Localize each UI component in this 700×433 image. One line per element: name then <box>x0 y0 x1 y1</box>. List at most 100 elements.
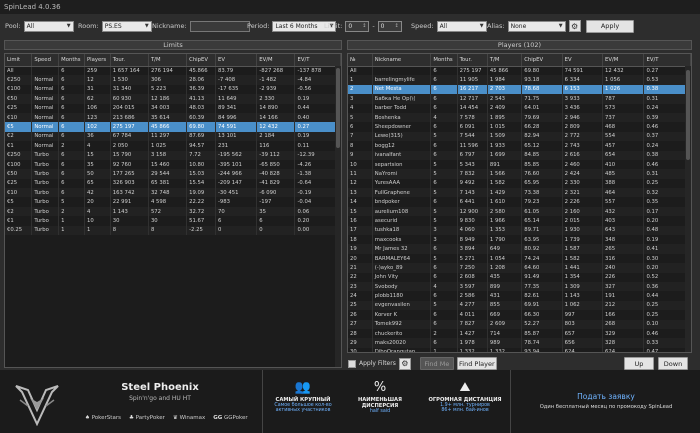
player-row[interactable]: 30 DiboOrangutan 1 1 332 1 332 93.94 624 624 0.4… <box>348 347 691 352</box>
player-row[interactable]: 14 bndpoker 6 6 441 1 610 79.23 2 226 557 0.35 <box>348 197 691 207</box>
player-row[interactable]: 24 plobb1180 6 2 586 431 82.61 1 143 191 0.44 <box>348 291 691 301</box>
player-row[interactable]: 27 Tomek992 6 7 827 2 609 52.27 803 268 0.10 <box>348 319 691 329</box>
player-row[interactable]: 4 barber Todd 6 14 454 2 409 64.01 3 436 573 0.2… <box>348 103 691 113</box>
table-cell: €2 <box>5 206 33 217</box>
column-header[interactable]: T/M <box>487 54 523 67</box>
player-row[interactable]: 1 barrelingmylife 6 11 905 1 984 93.18 6 334 1 … <box>348 75 691 85</box>
player-row[interactable]: 22 John Vity 6 2 608 435 91.49 1 354 226 0.52 <box>348 272 691 282</box>
column-header[interactable]: ChipEV <box>186 54 217 67</box>
cta-title[interactable]: Подать заявку <box>520 392 692 401</box>
column-header[interactable]: Tour. <box>110 54 149 67</box>
limits-row[interactable]: €250 Turbo 6 15 15 790 3 158 7.72 -195 562 -39 1… <box>5 150 341 160</box>
limits-row[interactable]: €50 Turbo 6 50 177 265 29 544 15.03 -244 966 -40… <box>5 169 341 179</box>
player-row[interactable]: 28 chuckerito 2 1 427 714 85.87 657 329 0.46 <box>348 328 691 339</box>
limits-row[interactable]: €2 Normal 6 36 67 784 11 297 87.69 13 101 2 184 0… <box>5 131 341 142</box>
limit-to-input[interactable]: 0 ↕ <box>377 20 402 32</box>
player-row[interactable]: 10 separtsion 5 5 343 891 85.85 2 460 410 0.46 <box>348 159 691 170</box>
player-row[interactable]: 29 maks20020 6 1 978 989 78.74 656 328 0.33 <box>348 338 691 348</box>
limits-row[interactable]: €1 Normal 2 4 2 050 1 025 94.57 231 116 0.11 <box>5 141 341 151</box>
limits-row[interactable]: €25 Normal 6 106 204 015 34 003 48.03 89 341 14 … <box>5 103 341 113</box>
player-row[interactable]: 5 Boshenka 4 7 578 1 895 79.69 2 946 737 0.39 <box>348 112 691 123</box>
column-header[interactable]: EV/M <box>256 54 296 67</box>
player-row[interactable]: All 6 275 197 45 866 69.80 74 591 12 432 0.27 <box>348 66 691 76</box>
player-row[interactable]: 2 Net Mesta 6 16 217 2 703 78.68 6 153 1 026 0.3… <box>348 84 691 95</box>
player-row[interactable]: 13 FullGraphene 5 7 143 1 429 73.38 2 321 464 0.… <box>348 188 691 198</box>
column-header[interactable]: ChipEV <box>521 54 563 67</box>
limits-row[interactable]: €100 Turbo 6 35 92 760 15 460 10.80 -395 101 -65… <box>5 159 341 170</box>
player-row[interactable]: 16 asecurid 5 9 830 1 966 65.14 2 015 403 0.20 <box>348 216 691 226</box>
player-row[interactable]: 9 ivanalfant 6 6 797 1 699 84.85 2 616 654 0.38 <box>348 150 691 160</box>
table-cell: 6 <box>430 122 458 132</box>
column-header[interactable]: EV/M <box>602 54 645 67</box>
room-select[interactable]: PS.ES ▼ <box>101 20 152 32</box>
table-cell: 106 <box>84 103 111 113</box>
limits-row[interactable]: €5 Turbo 5 20 22 991 4 598 22.22 -983 -197 -0.04 <box>5 197 341 207</box>
alias-select[interactable]: None ▼ <box>507 20 566 32</box>
player-row[interactable]: 6 Sheepdowner 6 6 091 1 015 66.28 2 809 468 0.46 <box>348 122 691 132</box>
column-header[interactable]: EV <box>562 54 604 67</box>
table-cell: 29 544 <box>148 169 188 179</box>
speed-select[interactable]: All ▼ <box>436 20 487 32</box>
table-cell: 35 614 <box>148 112 188 123</box>
gear-icon[interactable]: ⚙ <box>398 357 411 370</box>
column-header[interactable]: Players <box>84 54 111 67</box>
table-cell: 737 <box>602 112 645 123</box>
column-header[interactable]: EV/T <box>643 54 691 67</box>
player-row[interactable]: 19 Mr James 32 6 3 894 649 80.92 1 587 265 0.41 <box>348 244 691 254</box>
nickname-input[interactable] <box>189 20 250 32</box>
limits-row[interactable]: €2 Turbo 2 4 1 143 572 32.72 70 35 0.06 <box>5 206 341 217</box>
down-button[interactable]: Down <box>658 357 688 370</box>
limits-row[interactable]: €0.25 Turbo 1 1 8 8 -2.25 0 0 0.00 <box>5 225 341 236</box>
table-cell: 12 186 <box>148 94 188 104</box>
apply-cta[interactable]: Подать заявку Один бесплатный месяц по п… <box>520 392 692 410</box>
limits-row[interactable]: All 6 259 1 657 164 276 194 45.866 83.79 -827 2… <box>5 66 341 76</box>
column-header[interactable]: EV <box>215 54 258 67</box>
player-row[interactable]: 11 NaYromi 5 7 832 1 566 76.60 2 424 485 0.31 <box>348 169 691 179</box>
column-header[interactable]: Months <box>58 54 85 67</box>
limits-row[interactable]: €50 Normal 6 62 60 930 12 186 41.13 11 649 2 330… <box>5 94 341 104</box>
players-scrollbar[interactable] <box>685 66 691 352</box>
column-header[interactable]: T/M <box>148 54 188 67</box>
table-cell: 1 309 <box>562 281 604 292</box>
player-row[interactable]: 12 YuresAAA 6 9 492 1 582 65.95 2 330 388 0.25 <box>348 178 691 189</box>
column-header[interactable]: Nickname <box>372 54 432 67</box>
table-cell: 2 703 <box>487 84 523 95</box>
limit-from-input[interactable]: 0 ↕ <box>345 20 370 32</box>
column-header[interactable]: Months <box>430 54 458 67</box>
find-player-button[interactable]: Find Player <box>456 357 497 370</box>
player-row[interactable]: 18 maxcooks 3 8 949 1 790 63.95 1 739 348 0.19 <box>348 235 691 245</box>
column-header[interactable]: Tour. <box>457 54 488 67</box>
limits-row[interactable]: €10 Turbo 6 42 163 742 32 748 19.09 -30 451 -6 0… <box>5 188 341 198</box>
limits-scrollbar[interactable] <box>335 66 341 367</box>
column-header[interactable]: EV/T <box>294 54 341 67</box>
find-me-button[interactable]: Find Me <box>419 357 454 370</box>
table-cell: -137 878 <box>294 66 341 76</box>
player-row[interactable]: 3 Бабка Не Ор(\(6 12 717 2 543 71.75 3 933 787… <box>348 94 691 104</box>
table-cell: 5 223 <box>148 84 188 95</box>
player-row[interactable]: 8 bogg12 6 11 596 1 933 65.12 2 743 457 0.24 <box>348 141 691 151</box>
column-header[interactable]: Speed <box>31 54 60 67</box>
table-cell: 6 <box>58 112 85 123</box>
column-header[interactable]: Limit <box>5 54 33 67</box>
limits-row[interactable]: €25 Turbo 6 65 326 903 65 381 15.54 -209 147 -41… <box>5 178 341 189</box>
apply-button[interactable]: Apply <box>586 19 634 33</box>
player-row[interactable]: 15 aurelium108 5 12 900 2 580 61.05 2 160 432 0.… <box>348 206 691 217</box>
player-row[interactable]: 17 tushka18 3 4 060 1 353 89.71 1 930 643 0.48 <box>348 225 691 236</box>
pool-select[interactable]: All ▼ <box>23 20 74 32</box>
player-row[interactable]: 20 BARMALEY64 5 5 271 1 054 74.24 1 582 316 0.30 <box>348 253 691 264</box>
apply-filters-checkbox[interactable] <box>348 359 356 368</box>
table-cell: 35 <box>256 206 296 217</box>
up-button[interactable]: Up <box>624 357 654 370</box>
player-row[interactable]: 23 Svobody 4 3 597 899 77.35 1 309 327 0.36 <box>348 281 691 292</box>
column-header[interactable]: № <box>348 54 373 67</box>
player-row[interactable]: 21 (-)ayko_89 6 7 250 1 208 64.60 1 441 240 0.20 <box>348 263 691 273</box>
limits-row[interactable]: €100 Normal 6 31 31 340 5 223 36.39 -17 635 -2 9… <box>5 84 341 95</box>
player-row[interactable]: 7 Lewe(315) 5 7 544 1 509 82.94 2 772 554 0.37 <box>348 131 691 142</box>
limits-row[interactable]: €5 Normal 6 102 275 197 45 866 69.80 74 591 12 4… <box>5 122 341 132</box>
limits-row[interactable]: €1 Turbo 1 10 30 30 51.67 6 6 0.20 <box>5 216 341 226</box>
limits-row[interactable]: €250 Normal 6 12 1 530 306 28.06 -7 408 -1 482 -4… <box>5 75 341 85</box>
limits-row[interactable]: €10 Normal 6 123 213 686 35 614 60.39 84 996 14 … <box>5 112 341 123</box>
player-row[interactable]: 26 Korver K64 011 669 66.30 997 166 0.25 <box>348 310 691 320</box>
player-row[interactable]: 25 evgenvasilen 5 4 277 855 69.91 1 062 212 0.25 <box>348 300 691 311</box>
gear-icon[interactable]: ⚙ <box>568 20 581 32</box>
